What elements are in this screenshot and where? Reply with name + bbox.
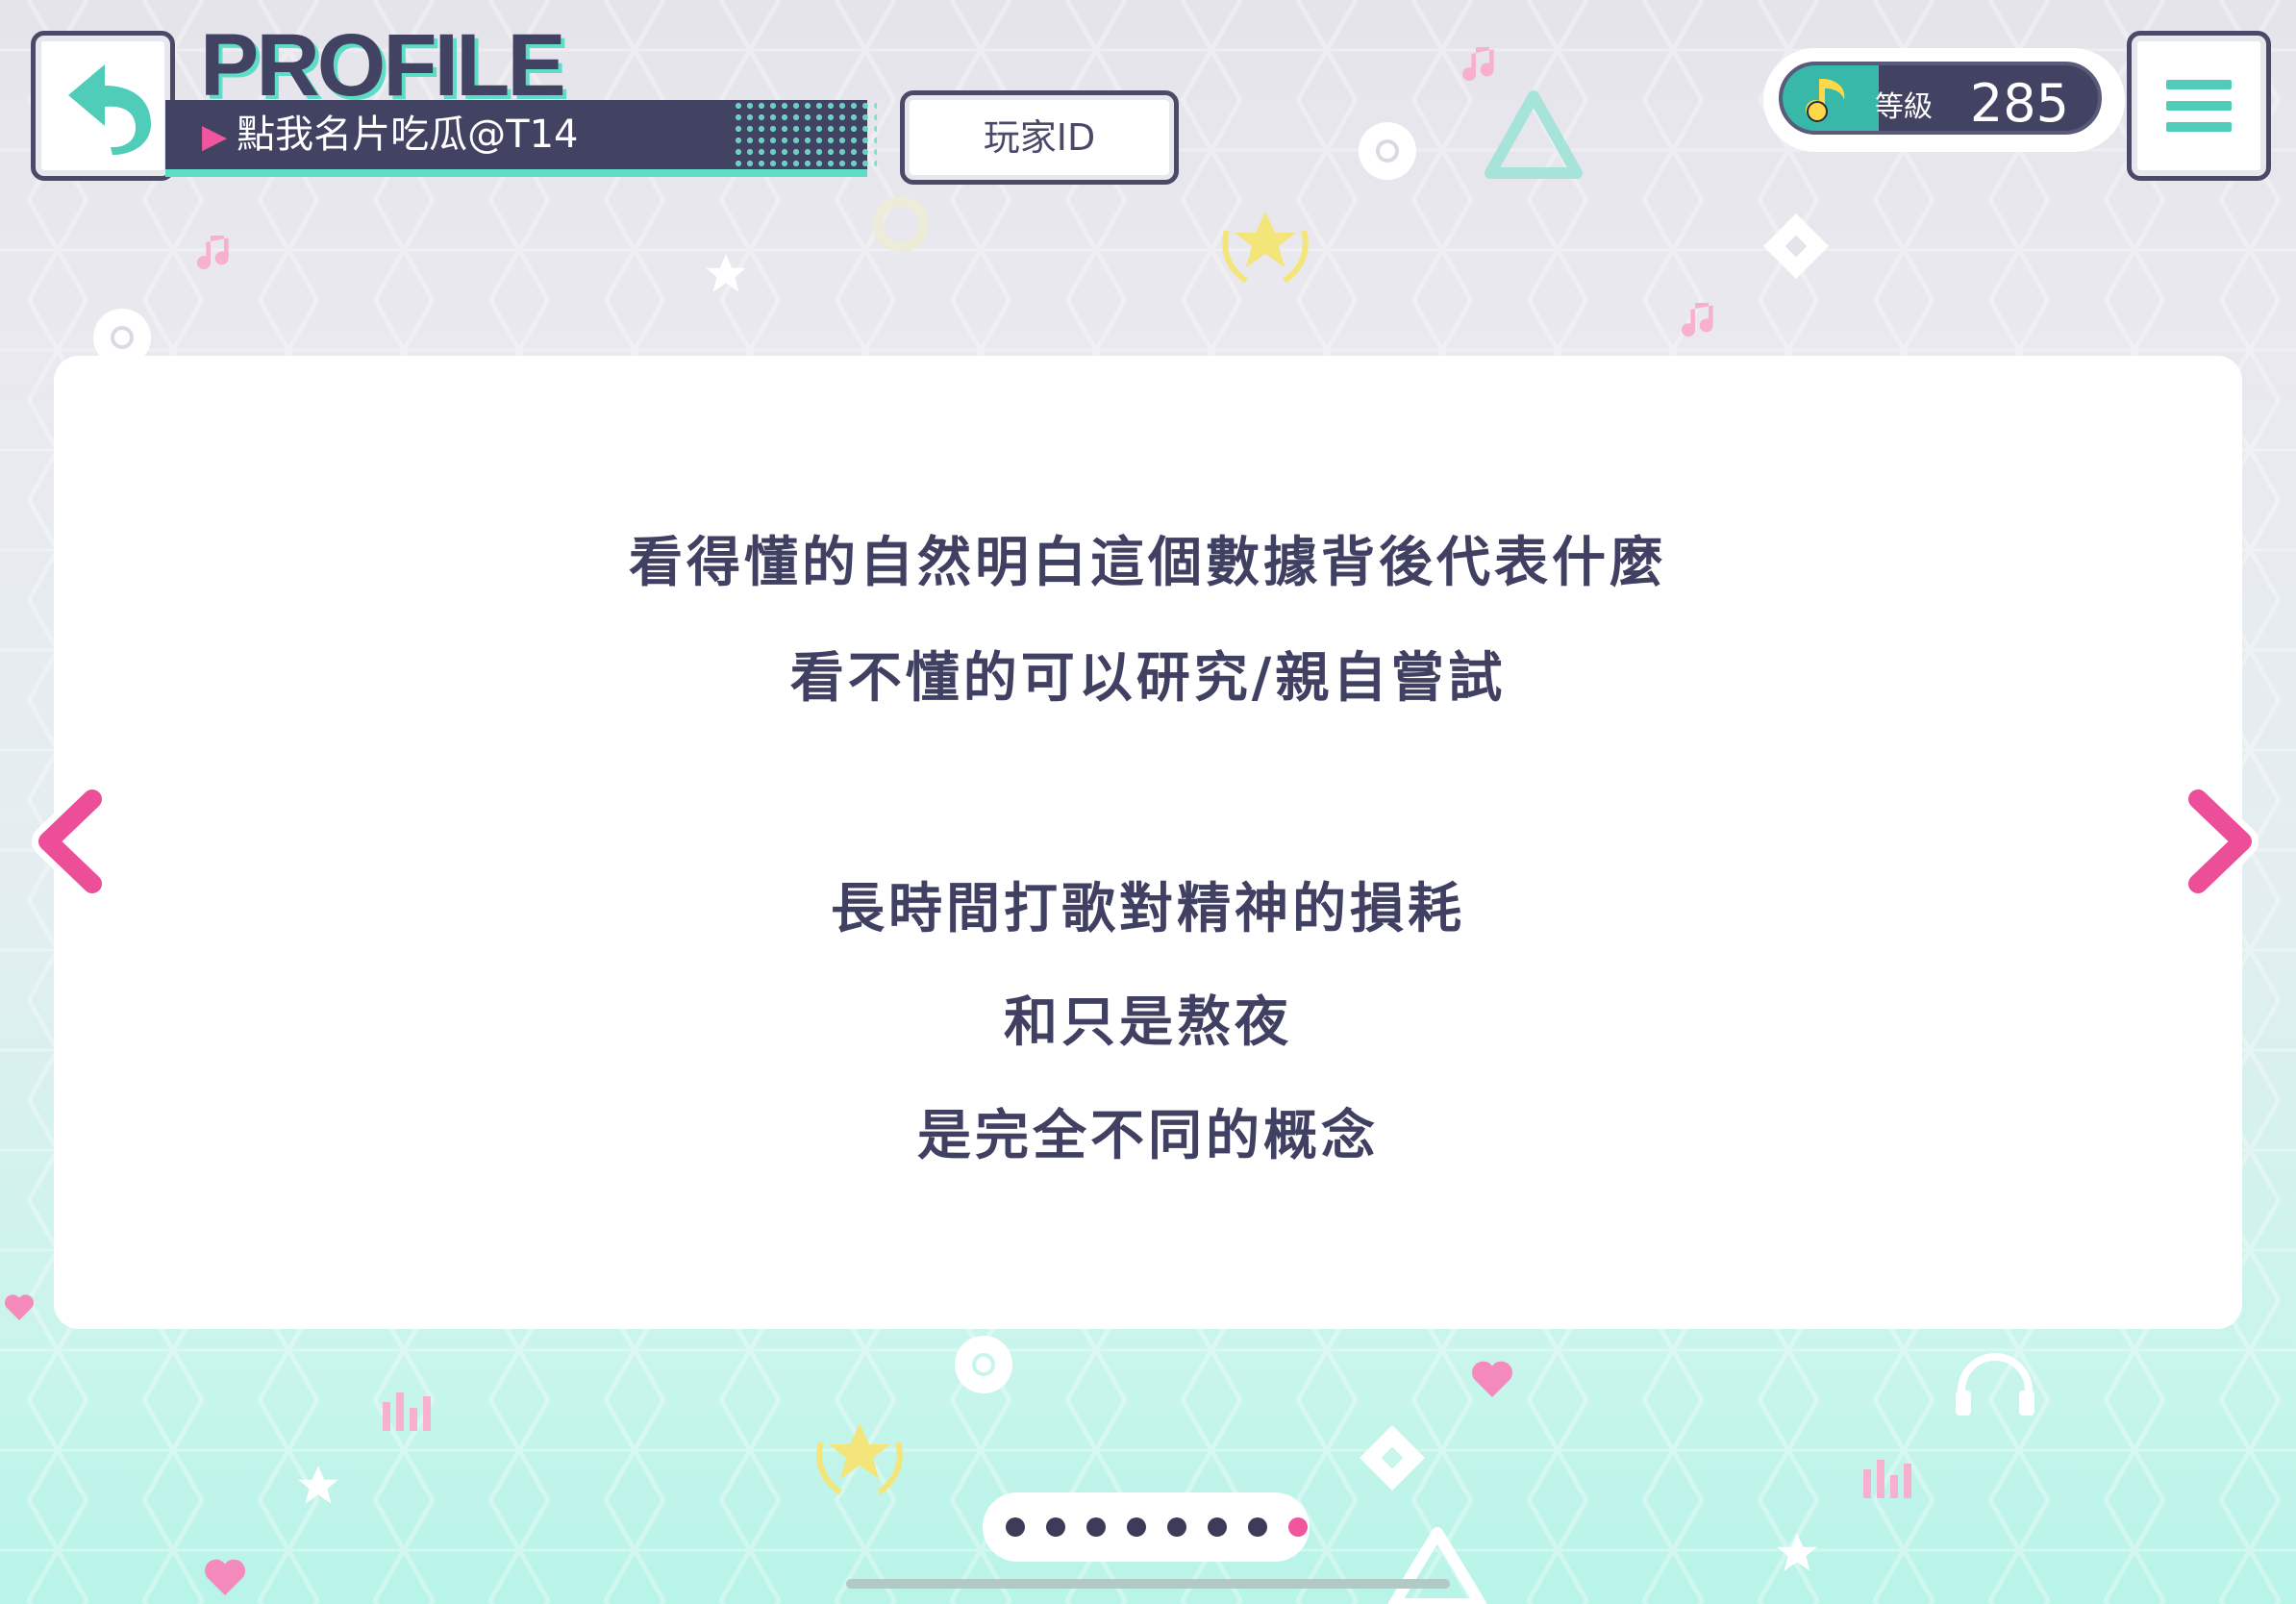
music-note-icon <box>1462 47 1494 82</box>
text-line: 看得懂的自然明白這個數據背後代表什麼 <box>629 532 1667 594</box>
previous-page-button[interactable] <box>25 784 112 899</box>
player-id-button[interactable]: 玩家ID <box>900 90 1179 185</box>
back-button[interactable] <box>31 31 175 181</box>
diamond-icon <box>1763 213 1829 279</box>
text-line: 是完全不同的概念 <box>917 1105 1379 1167</box>
halftone-dots <box>733 100 877 169</box>
level-badge: 等級 285 <box>1763 48 2125 152</box>
hamburger-menu-icon <box>2166 122 2232 132</box>
equalizer-icon <box>383 1392 431 1431</box>
back-arrow-icon <box>68 64 151 155</box>
music-note-icon <box>197 236 229 270</box>
heart-icon <box>1472 1361 1512 1397</box>
triangle-icon <box>1388 1527 1486 1604</box>
player-name-text: 點我名片吃瓜@T14 <box>237 113 579 157</box>
star-badge-icon <box>816 1423 903 1495</box>
menu-button[interactable] <box>2127 31 2271 181</box>
headphones-icon <box>1956 1353 2034 1416</box>
heart-icon <box>205 1559 245 1595</box>
diamond-icon <box>1360 1425 1425 1491</box>
next-page-button[interactable] <box>2179 784 2265 899</box>
page-dot[interactable] <box>1167 1517 1186 1537</box>
music-note-icon <box>1806 79 1845 122</box>
page-dot[interactable] <box>1127 1517 1146 1537</box>
triangle-icon <box>1485 90 1583 179</box>
level-label: 等級 <box>1875 90 1933 124</box>
level-value: 285 <box>1969 73 2069 134</box>
star-icon <box>298 1466 338 1504</box>
hamburger-menu-icon <box>2166 80 2232 89</box>
text-line: 看不懂的可以研究/親自嘗試 <box>789 647 1507 710</box>
page-dot[interactable] <box>1248 1517 1267 1537</box>
content-card: 看得懂的自然明白這個數據背後代表什麼 看不懂的可以研究/親自嘗試 長時間打歌對精… <box>54 356 2242 1329</box>
disc-icon <box>955 1336 1012 1393</box>
heart-icon <box>4 1294 35 1320</box>
page-dot[interactable] <box>1046 1517 1065 1537</box>
star-icon <box>706 254 746 292</box>
star-badge-icon <box>1222 212 1309 284</box>
page-dot[interactable] <box>1208 1517 1227 1537</box>
page-dot[interactable] <box>1006 1517 1025 1537</box>
hamburger-menu-icon <box>2166 101 2232 111</box>
page-title: PROFILE <box>200 16 566 114</box>
music-note-icon <box>1682 303 1713 338</box>
ring-icon <box>873 196 929 252</box>
star-icon <box>1777 1533 1817 1571</box>
home-indicator[interactable] <box>846 1579 1450 1589</box>
page-dot-active[interactable] <box>1288 1517 1308 1537</box>
page-dot[interactable] <box>1086 1517 1106 1537</box>
level-pill: 等級 285 <box>1779 62 2102 135</box>
player-name[interactable]: ▶ 點我名片吃瓜@T14 <box>202 106 579 165</box>
page-indicator <box>983 1492 1310 1562</box>
play-triangle-icon: ▶ <box>202 117 228 156</box>
disc-icon <box>1359 122 1416 180</box>
text-line: 和只是熬夜 <box>1004 991 1292 1054</box>
equalizer-icon <box>1863 1460 1911 1498</box>
text-line: 長時間打歌對精神的損耗 <box>831 878 1465 940</box>
